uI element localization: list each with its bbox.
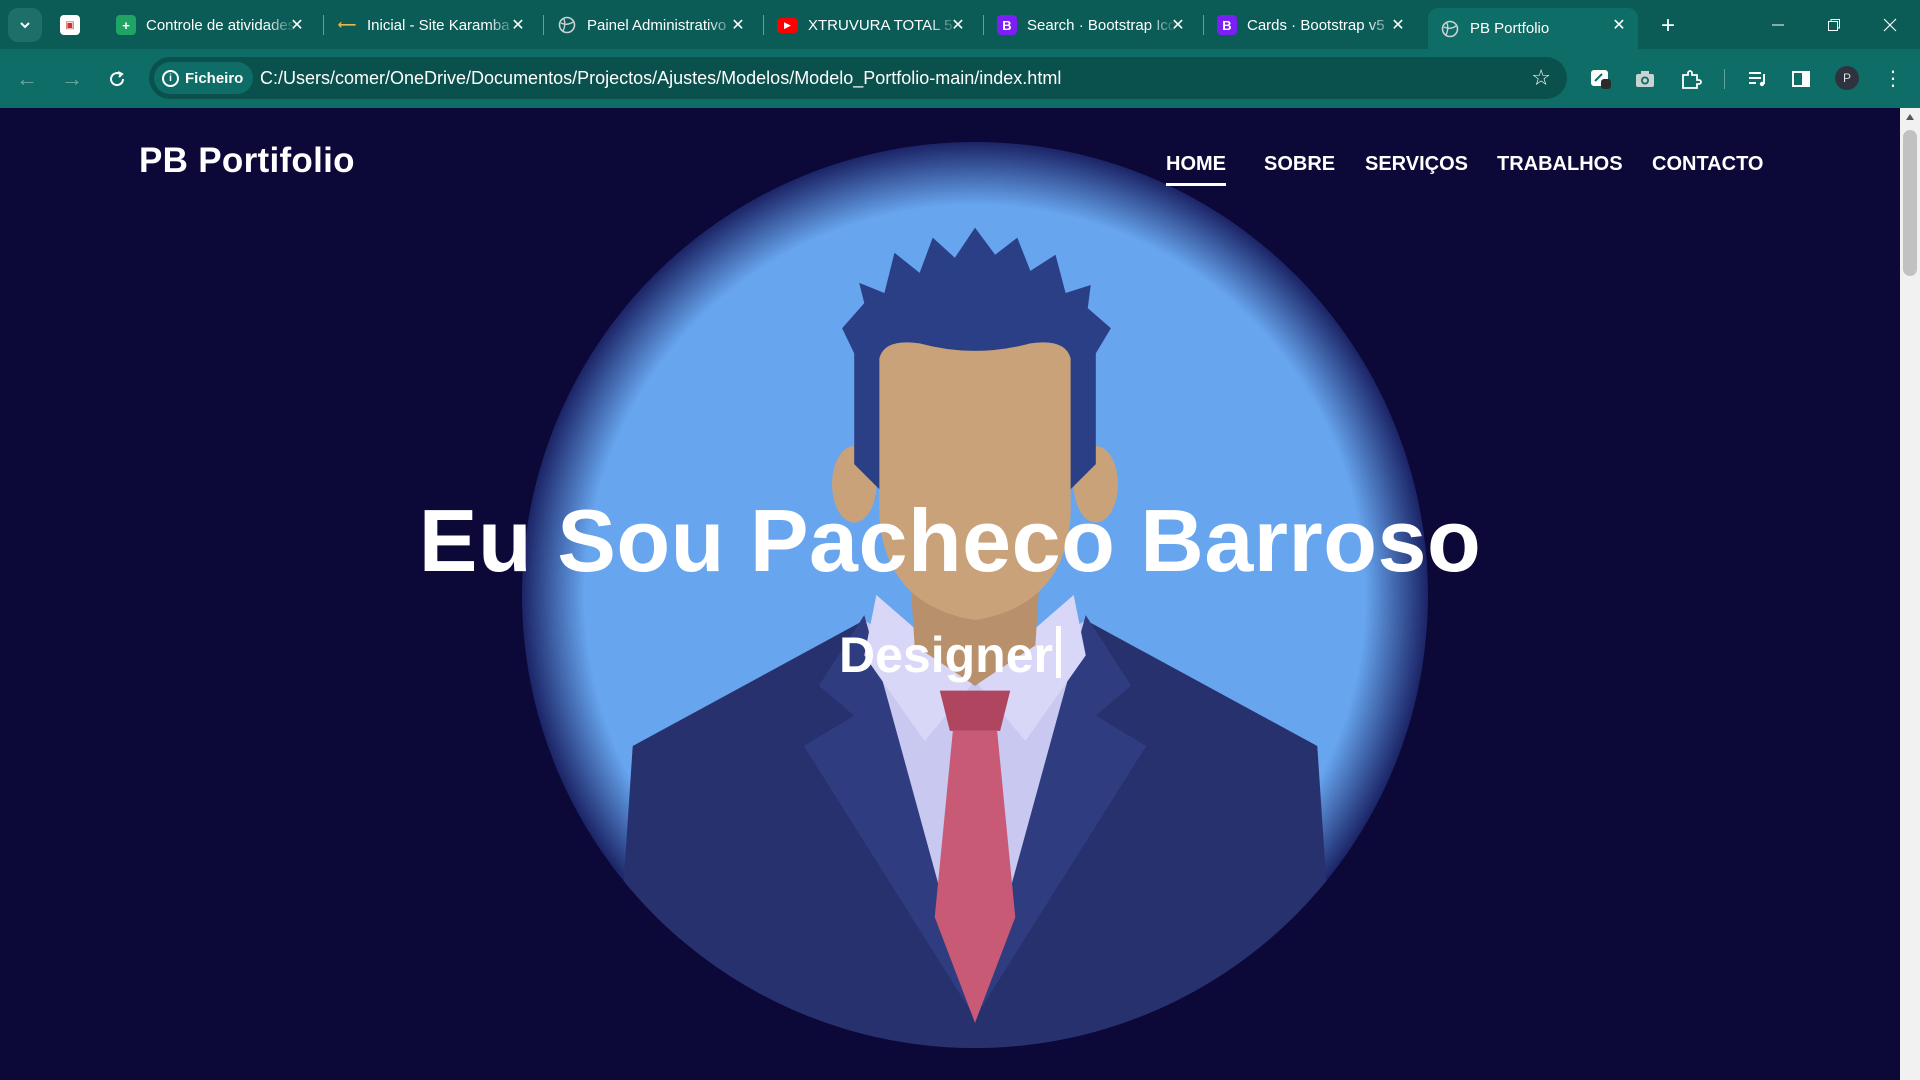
browser-toolbar: ← → i Ficheiro C:/Users/comer/OneDrive/D… — [0, 49, 1920, 108]
nav-trabalhos[interactable]: TRABALHOS — [1497, 153, 1623, 176]
playlist-icon — [1749, 72, 1765, 87]
tab-title: Search · Bootstrap Icons — [1027, 16, 1177, 34]
minimize-icon — [1772, 24, 1784, 25]
close-icon[interactable]: ✕ — [507, 14, 529, 36]
new-tab-button[interactable]: + — [1652, 10, 1684, 42]
nav-contacto[interactable]: CONTACTO — [1652, 153, 1763, 176]
tab-controle-atividades[interactable]: + Controle de atividades ✕ — [116, 8, 316, 42]
side-panel-button[interactable] — [1784, 62, 1818, 96]
tab-bootstrap-cards[interactable]: B Cards · Bootstrap v5 ✕ — [1217, 8, 1417, 42]
close-icon[interactable]: ✕ — [1387, 14, 1409, 36]
puzzle-icon — [1682, 70, 1702, 89]
reload-button[interactable] — [100, 62, 134, 96]
close-window-button[interactable] — [1862, 0, 1918, 49]
tab-title: PB Portfolio — [1470, 20, 1550, 37]
tab-title: Controle de atividades — [146, 16, 296, 34]
camera-icon — [1636, 71, 1654, 87]
close-icon[interactable]: ✕ — [1608, 14, 1630, 36]
close-icon[interactable]: ✕ — [727, 14, 749, 36]
scroll-up-arrow-icon[interactable] — [1906, 114, 1914, 120]
document-favicon-icon: ▣ — [60, 15, 80, 35]
tab-site-karamba[interactable]: ⟵ Inicial - Site Karamba ✕ — [337, 8, 537, 42]
screenshot-button[interactable] — [1628, 62, 1662, 96]
tab-title: XTRUVURA TOTAL 5 — [808, 16, 953, 34]
tab-title: Inicial - Site Karamba — [367, 16, 510, 34]
tab-title: Cards · Bootstrap v5 — [1247, 16, 1385, 34]
scroll-thumb[interactable] — [1903, 130, 1917, 276]
extensions-button[interactable] — [1674, 62, 1708, 96]
restore-button[interactable] — [1806, 0, 1862, 49]
site-info-chip[interactable]: i Ficheiro — [154, 62, 254, 94]
tab-separator — [983, 15, 984, 35]
tab-pinned-document[interactable]: ▣ — [60, 8, 90, 42]
more-vertical-icon: ⋮ — [1883, 68, 1903, 90]
tab-painel-administrativo[interactable]: Painel Administrativo ✕ — [557, 8, 757, 42]
typing-caret — [1055, 626, 1061, 678]
tab-separator — [1203, 15, 1204, 35]
site-info-label: Ficheiro — [185, 69, 244, 87]
arrow-right-icon: → — [61, 66, 83, 91]
forward-button[interactable]: → — [55, 62, 89, 96]
side-panel-icon — [1792, 71, 1810, 87]
brand-logo[interactable]: PB Portifolio — [139, 141, 355, 181]
hero-avatar-illustration — [522, 142, 1428, 1048]
arrow-left-icon: ← — [16, 66, 38, 91]
close-icon[interactable]: ✕ — [1167, 14, 1189, 36]
restore-icon — [1828, 18, 1840, 31]
minimize-button[interactable] — [1750, 0, 1806, 49]
tab-separator — [763, 15, 764, 35]
hero-subtitle-wrapper: Designer — [0, 626, 1900, 684]
toolbar-separator — [1724, 69, 1725, 89]
sheets-favicon-icon: + — [116, 15, 136, 35]
bootstrap-favicon-icon: B — [997, 15, 1017, 35]
nav-home[interactable]: HOME — [1166, 153, 1226, 186]
tab-strip: ▣ + Controle de atividades ✕ ⟵ Inicial -… — [0, 0, 1920, 49]
back-button[interactable]: ← — [10, 62, 44, 96]
tab-bootstrap-icons-search[interactable]: B Search · Bootstrap Icons ✕ — [997, 8, 1197, 42]
youtube-favicon-icon: ▶ — [777, 17, 798, 33]
page-viewport: PB Portifolio HOME SOBRE SERVIÇOS TRABAL… — [0, 108, 1900, 1080]
info-icon: i — [162, 69, 179, 87]
tab-youtube[interactable]: ▶ XTRUVURA TOTAL 5 ✕ — [777, 8, 977, 42]
close-icon[interactable]: ✕ — [286, 14, 308, 36]
bootstrap-favicon-icon: B — [1217, 15, 1237, 35]
url-text[interactable]: C:/Users/comer/OneDrive/Documentos/Proje… — [260, 68, 1061, 89]
tie-knot — [939, 690, 1011, 731]
close-icon[interactable]: ✕ — [947, 14, 969, 36]
tab-search-button[interactable] — [8, 8, 42, 42]
chevron-down-icon — [20, 22, 30, 29]
karamba-favicon-icon: ⟵ — [337, 17, 357, 32]
reload-icon — [110, 71, 125, 87]
hero-subtitle: Designer — [839, 627, 1053, 683]
tab-separator — [323, 15, 324, 35]
edit-extension-icon — [1591, 70, 1611, 89]
hero-title: Eu Sou Pacheco Barroso — [418, 491, 1482, 590]
extension-puzzle-button[interactable] — [1584, 62, 1618, 96]
browser-menu-button[interactable]: ⋮ — [1876, 62, 1910, 96]
tab-title: Painel Administrativo — [587, 16, 727, 34]
nav-servicos[interactable]: SERVIÇOS — [1365, 153, 1468, 176]
nav-sobre[interactable]: SOBRE — [1264, 153, 1335, 176]
profile-avatar[interactable]: P — [1835, 66, 1859, 90]
tab-pb-portfolio[interactable]: PB Portfolio ✕ — [1428, 8, 1638, 49]
globe-favicon-icon — [1440, 19, 1460, 39]
media-control-button[interactable] — [1740, 62, 1774, 96]
address-bar[interactable]: i Ficheiro C:/Users/comer/OneDrive/Docum… — [149, 57, 1567, 99]
bookmark-star-icon[interactable]: ☆ — [1531, 65, 1551, 91]
close-icon — [1883, 18, 1897, 31]
globe-favicon-icon — [557, 15, 577, 35]
page-scrollbar[interactable] — [1900, 108, 1920, 1080]
tab-separator — [543, 15, 544, 35]
plus-icon: + — [1660, 12, 1675, 39]
